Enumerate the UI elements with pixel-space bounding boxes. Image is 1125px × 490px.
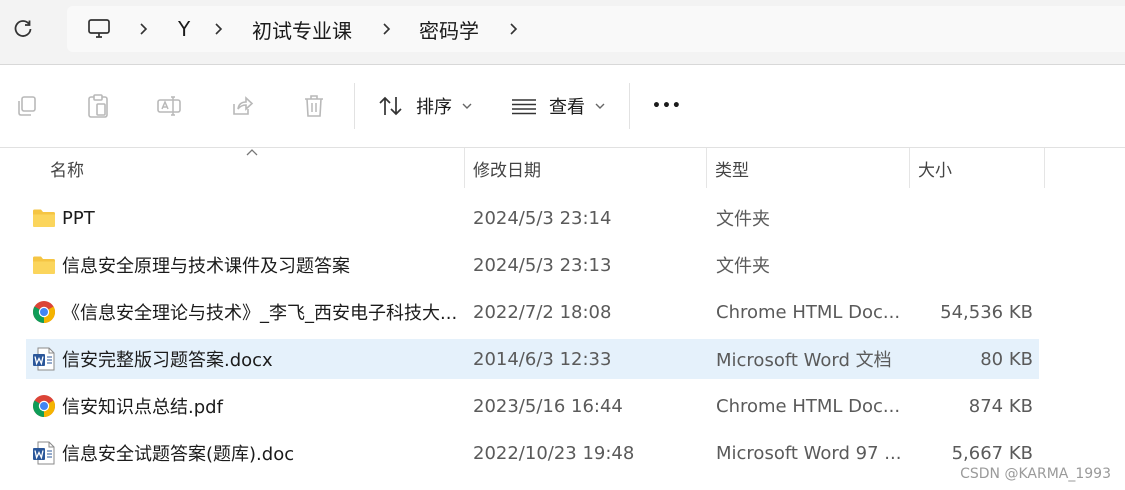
file-name: 《信息安全理论与技术》_李飞_西安电子科技大... [62,303,458,324]
file-type: Chrome HTML Doc... [716,395,901,417]
column-header: 名称 修改日期 类型 大小 [0,148,1125,188]
chrome-icon [33,301,55,323]
clipboard-icon [88,94,108,118]
sort-icon [379,96,402,116]
file-row[interactable]: 《信息安全理论与技术》_李飞_西安电子科技大... 2022/7/2 18:08… [26,292,1039,332]
file-name: 信安知识点总结.pdf [62,397,223,418]
breadcrumb-chevron-icon[interactable] [137,6,151,52]
file-type: Microsoft Word 97 ... [716,442,902,464]
file-row[interactable]: 信安知识点总结.pdf 2023/5/16 16:44 Chrome HTML … [26,386,1039,426]
file-name: 信息安全试题答案(题库).doc [62,444,295,465]
copy-button[interactable] [10,89,44,123]
breadcrumb-item-cryptography[interactable]: 密码学 [419,6,479,52]
file-size [906,198,1033,238]
file-row[interactable]: 信息安全原理与技术课件及习题答案 2024/5/3 23:13 文件夹 [26,245,1039,285]
view-button[interactable]: 查看 [511,85,605,127]
toolbar-divider [629,83,630,129]
rename-button[interactable] [152,89,186,123]
view-list-icon [512,99,536,115]
file-modified: 2022/10/23 19:48 [473,442,635,464]
rename-icon [157,96,181,116]
file-type: 文件夹 [716,256,770,277]
copy-icon [18,96,36,116]
watermark: CSDN @KARMA_1993 [960,466,1111,482]
column-header-size[interactable]: 大小 [918,148,952,188]
file-row[interactable]: 信息安全试题答案(题库).doc 2022/10/23 19:48 Micros… [26,433,1039,473]
command-bar: 排序 查看 ••• [0,65,1125,148]
refresh-icon [14,20,32,37]
breadcrumb-chevron-icon[interactable] [380,6,394,52]
sort-label: 排序 [416,97,452,118]
column-resize-handle[interactable] [909,148,910,188]
file-row[interactable]: PPT 2024/5/3 23:14 文件夹 [26,198,1039,238]
file-type: Microsoft Word 文档 [716,350,892,371]
column-header-type[interactable]: 类型 [715,148,749,188]
file-row-selected[interactable]: 信安完整版习题答案.docx 2014/6/3 12:33 Microsoft … [26,339,1039,379]
breadcrumb-chevron-icon[interactable] [507,6,521,52]
file-size [906,245,1033,285]
share-icon [233,96,254,115]
word-document-icon [33,441,55,465]
breadcrumb-item-y[interactable]: Y [178,6,190,52]
file-name: 信安完整版习题答案.docx [62,350,273,371]
file-size: 874 KB [968,395,1033,417]
file-modified: 2024/5/3 23:14 [473,207,612,229]
file-name: 信息安全原理与技术课件及习题答案 [62,256,350,277]
chrome-icon [33,395,55,417]
column-resize-handle[interactable] [706,148,707,188]
computer-icon [88,19,110,38]
file-modified: 2023/5/16 16:44 [473,395,623,417]
file-modified: 2024/5/3 23:13 [473,254,612,276]
chevron-down-icon [595,103,605,109]
delete-button[interactable] [297,89,331,123]
column-resize-handle[interactable] [1044,148,1045,188]
column-resize-handle[interactable] [464,148,465,188]
file-size: 54,536 KB [940,301,1033,323]
breadcrumb-chevron-icon[interactable] [212,6,226,52]
paste-button[interactable] [81,89,115,123]
file-modified: 2022/7/2 18:08 [473,301,612,323]
breadcrumb-item-course[interactable]: 初试专业课 [252,6,352,52]
sort-ascending-icon [246,149,258,156]
file-type: 文件夹 [716,209,770,230]
file-type: Chrome HTML Doc... [716,301,901,323]
address-bar-region: Y 初试专业课 密码学 [0,0,1125,65]
column-header-modified[interactable]: 修改日期 [473,148,541,188]
word-document-icon [33,347,55,371]
this-pc-button[interactable] [87,6,111,52]
refresh-button[interactable] [8,14,38,44]
more-options-button[interactable]: ••• [652,85,682,127]
folder-icon [33,256,55,274]
address-bar[interactable]: Y 初试专业课 密码学 [67,6,1125,52]
chevron-down-icon [462,103,472,109]
file-size: 80 KB [980,348,1033,370]
view-label: 查看 [549,97,585,118]
sort-button[interactable]: 排序 [378,85,472,127]
column-header-name[interactable]: 名称 [50,148,84,188]
trash-icon [305,95,323,117]
toolbar-divider [354,83,355,129]
file-name: PPT [62,207,95,229]
share-button[interactable] [225,89,259,123]
folder-icon [33,209,55,227]
file-modified: 2014/6/3 12:33 [473,348,612,370]
